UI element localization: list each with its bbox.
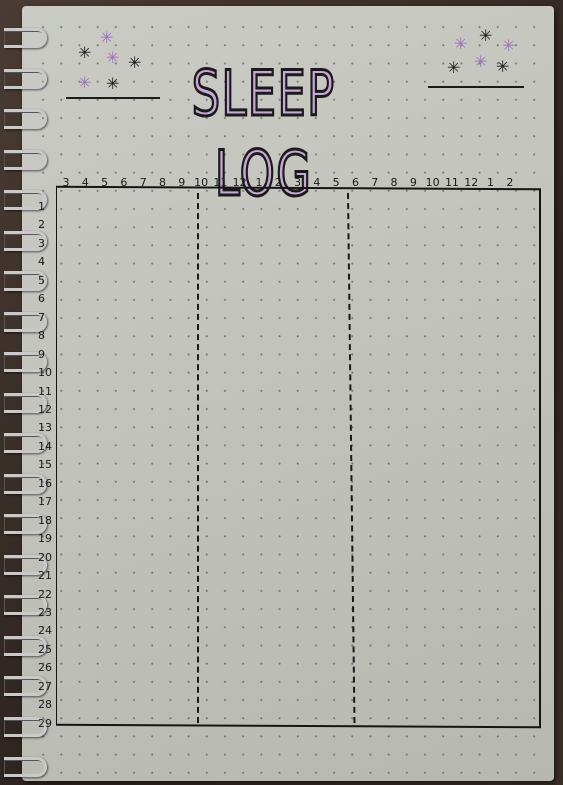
page-title: SLEEP LOG	[191, 56, 336, 212]
star-icon: ✳	[128, 53, 142, 72]
star-icon: ✳	[496, 57, 510, 76]
divider-dashed-left	[197, 193, 199, 723]
spiral-ring	[4, 149, 47, 170]
sleep-grid	[56, 185, 541, 729]
star-icon: ✳	[502, 36, 516, 55]
star-icon: ✳	[106, 48, 120, 67]
spiral-ring	[4, 68, 47, 89]
title-rule-right	[428, 86, 524, 88]
title-rule-left	[66, 97, 160, 99]
star-icon: ✳	[78, 43, 92, 62]
spiral-ring	[4, 28, 47, 48]
star-icon: ✳	[474, 52, 488, 71]
star-icon: ✳	[447, 58, 461, 77]
star-icon: ✳	[106, 74, 120, 93]
spiral-ring	[4, 109, 47, 129]
star-icon: ✳	[100, 28, 114, 47]
star-icon: ✳	[454, 34, 468, 53]
star-icon: ✳	[78, 73, 92, 92]
spiral-ring	[4, 757, 47, 777]
star-icon: ✳	[479, 26, 493, 45]
